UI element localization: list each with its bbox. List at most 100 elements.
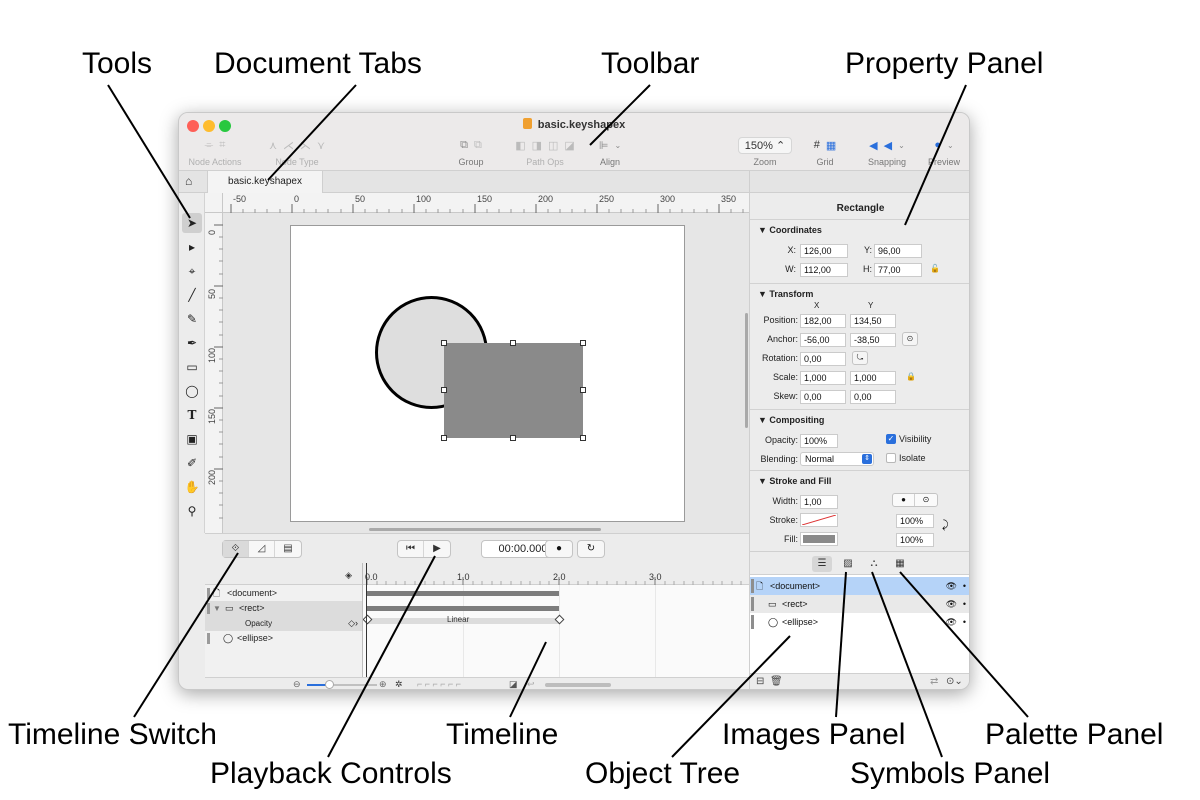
path-op-icon[interactable]: ◨: [532, 139, 542, 152]
scale-y-field[interactable]: 1,000: [850, 371, 896, 385]
resize-handle[interactable]: [580, 387, 586, 393]
timeline-row-document[interactable]: 🗋 <document>: [205, 586, 362, 601]
node-action-icon[interactable]: ⌯: [204, 139, 213, 152]
fill-opacity-field[interactable]: 100%: [896, 533, 934, 547]
scale-x-field[interactable]: 1,000: [800, 371, 846, 385]
disclosure-triangle-icon[interactable]: ▼: [213, 601, 221, 616]
anchor-y-field[interactable]: -38,50: [850, 333, 896, 347]
snap-icon[interactable]: ◀: [869, 139, 877, 152]
object-tree-tab-icon[interactable]: ☰: [812, 556, 832, 572]
images-panel-tab-icon[interactable]: ▨: [838, 556, 858, 572]
horizontal-ruler[interactable]: -50 0 50 100 150 200 250 300 350: [223, 193, 749, 213]
x-field[interactable]: 126,00: [800, 244, 848, 258]
ungroup-icon[interactable]: ⧉: [474, 139, 482, 152]
anchor-target-icon[interactable]: ⊙: [902, 332, 918, 346]
opacity-field[interactable]: 100%: [800, 434, 838, 448]
image-icon[interactable]: ▣: [182, 429, 202, 449]
eyedropper-icon[interactable]: ✐: [182, 453, 202, 473]
stroke-width-field[interactable]: 1,00: [800, 495, 838, 509]
grid-dots-icon[interactable]: ▦: [826, 139, 836, 152]
lock-dot-icon[interactable]: •: [963, 595, 966, 613]
node-action-icon[interactable]: ⌗: [219, 139, 225, 152]
zoom-in-icon[interactable]: ⊕: [379, 678, 387, 689]
fill-color-swatch[interactable]: [800, 532, 838, 546]
stroke-center-icon[interactable]: ●: [893, 494, 915, 506]
symbols-panel-tab-icon[interactable]: ⛬: [864, 556, 884, 572]
play-icon[interactable]: ▶: [424, 541, 450, 557]
magnifier-icon[interactable]: ⚲: [182, 501, 202, 521]
pen-icon[interactable]: ✒: [182, 333, 202, 353]
position-y-field[interactable]: 134,50: [850, 314, 896, 328]
resize-handle[interactable]: [441, 387, 447, 393]
lock-dot-icon[interactable]: •: [963, 613, 966, 631]
canvas-vertical-scrollbar[interactable]: [745, 313, 748, 428]
node-type-icon[interactable]: ⋌: [283, 139, 294, 152]
zoom-field[interactable]: 150% ⌃: [737, 136, 793, 154]
timeline[interactable]: 0.0 1.0 2.0 3.0 Linear: [363, 563, 749, 677]
text-icon[interactable]: T: [182, 405, 202, 425]
width-field[interactable]: 112,00: [800, 263, 848, 277]
anchor-point-icon[interactable]: ⌖: [182, 261, 202, 281]
eye-icon[interactable]: 👁: [946, 613, 957, 631]
node-type-icon[interactable]: ⋋: [300, 139, 311, 152]
object-tree-row-ellipse[interactable]: ◯ <ellipse> 👁 •: [750, 613, 969, 631]
position-x-field[interactable]: 182,00: [800, 314, 846, 328]
transform-section-header[interactable]: ▼ Transform: [758, 289, 813, 299]
blending-select[interactable]: Normal ⇕: [800, 452, 874, 466]
resize-handle[interactable]: [580, 340, 586, 346]
trash-icon[interactable]: 🗑: [770, 676, 783, 687]
keyframe-icon[interactable]: ◈: [345, 570, 352, 581]
easing-editor-icon[interactable]: ◪: [509, 678, 518, 689]
select-arrow-icon[interactable]: ➤: [182, 213, 202, 233]
timeline-row-rect[interactable]: ▼ ▭ <rect>: [205, 601, 362, 616]
rectangle-icon[interactable]: ▭: [182, 357, 202, 377]
more-options-icon[interactable]: ⊙⌄: [946, 676, 963, 687]
y-field[interactable]: 96,00: [874, 244, 922, 258]
path-op-icon[interactable]: ◪: [564, 139, 574, 152]
timeline-zoom-knob[interactable]: [325, 680, 334, 689]
pencil-icon[interactable]: ✎: [182, 309, 202, 329]
chevron-down-icon[interactable]: ⌄: [898, 141, 905, 150]
resize-handle[interactable]: [441, 435, 447, 441]
hand-icon[interactable]: ✋: [182, 477, 202, 497]
vertical-ruler[interactable]: 0 50 100 150 200: [205, 213, 223, 533]
rectangle-shape[interactable]: [444, 343, 583, 438]
height-field[interactable]: 77,00: [874, 263, 922, 277]
coordinates-section-header[interactable]: ▼ Coordinates: [758, 225, 822, 235]
anchor-x-field[interactable]: -56,00: [800, 333, 846, 347]
lock-icon[interactable]: 🔒: [906, 372, 916, 381]
align-icon[interactable]: ⊫: [599, 139, 609, 152]
easing-preset-icons[interactable]: ⌐ ⌐ ⌐ ⌐ ⌐ ⌐: [417, 678, 461, 689]
gear-icon[interactable]: ✲: [395, 678, 403, 689]
resize-handle[interactable]: [441, 340, 447, 346]
object-tree-row-document[interactable]: 🗋 <document> 👁 •: [750, 577, 969, 595]
stroke-fill-section-header[interactable]: ▼ Stroke and Fill: [758, 476, 831, 486]
resize-handle[interactable]: [510, 340, 516, 346]
loop-icon[interactable]: ↻: [577, 540, 605, 558]
reverse-icon[interactable]: ↩: [527, 678, 535, 689]
grid-icon[interactable]: #: [814, 139, 820, 151]
stroke-color-swatch[interactable]: [800, 513, 838, 527]
timeline-ruler[interactable]: 0.0 1.0 2.0 3.0: [363, 563, 749, 585]
keyframes-view-icon[interactable]: ⟐: [223, 541, 249, 557]
palette-panel-tab-icon[interactable]: ▦: [890, 556, 910, 572]
rect-duration-bar[interactable]: [367, 606, 559, 611]
resize-handle[interactable]: [580, 435, 586, 441]
home-icon[interactable]: ⌂: [185, 174, 192, 188]
skew-x-field[interactable]: 0,00: [800, 390, 846, 404]
line-icon[interactable]: ╱: [182, 285, 202, 305]
eye-icon[interactable]: 👁: [946, 577, 957, 595]
timeline-row-ellipse[interactable]: ◯ <ellipse>: [205, 631, 362, 646]
swap-colors-icon[interactable]: ⤸: [942, 519, 949, 532]
timeline-row-opacity[interactable]: Opacity ◇›: [205, 616, 362, 631]
isolate-checkbox[interactable]: [886, 453, 896, 463]
group-icon[interactable]: ⧉: [460, 139, 468, 152]
chevron-down-icon[interactable]: ⌄: [614, 141, 621, 150]
rotate-mode-icon[interactable]: ⤿: [852, 351, 868, 365]
playhead[interactable]: [366, 563, 367, 677]
rotation-field[interactable]: 0,00: [800, 352, 846, 366]
lock-dot-icon[interactable]: •: [963, 577, 966, 595]
swap-icon[interactable]: ⇄: [930, 676, 938, 687]
record-button[interactable]: ●: [545, 540, 573, 558]
preview-icon[interactable]: ●: [934, 139, 941, 151]
